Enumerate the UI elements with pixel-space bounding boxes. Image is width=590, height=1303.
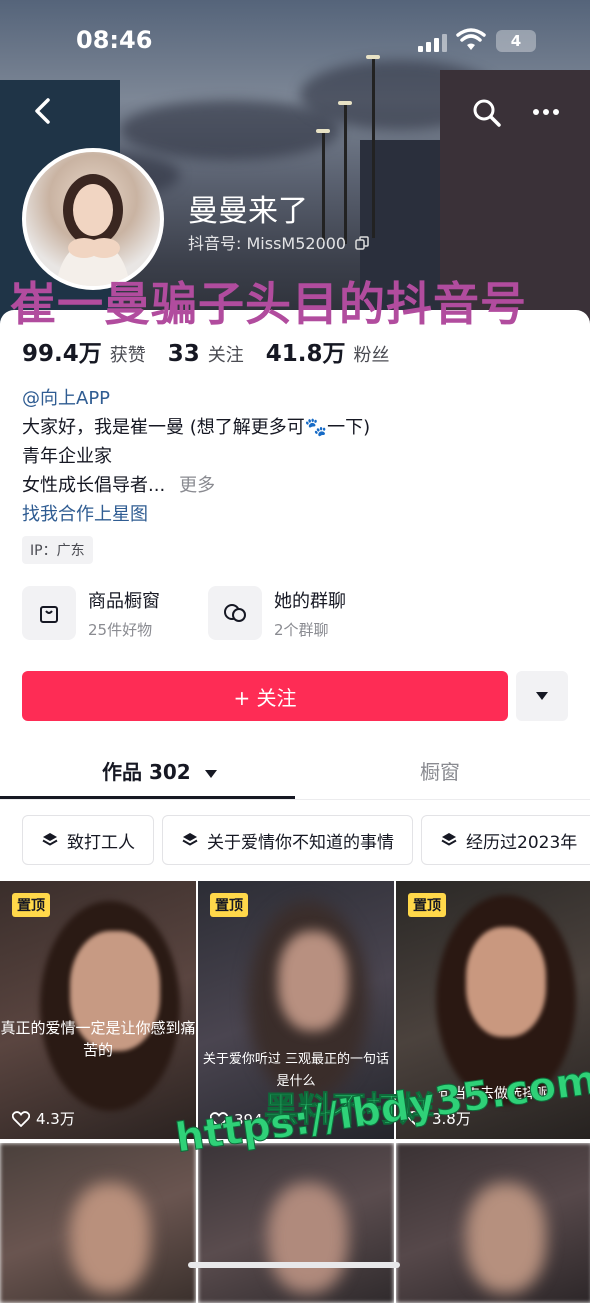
bio-more-link[interactable]: 更多 (179, 475, 215, 496)
shortcut-title: 商品橱窗 (88, 590, 160, 612)
playlist-name: 关于爱情你不知道的事情 (207, 832, 394, 853)
profile-bio: @向上APP 大家好，我是崔一曼 (想了解更多可🐾一下) 青年企业家 女性成长倡… (22, 384, 370, 529)
pinned-badge: 置顶 (12, 893, 50, 917)
playlist-chip[interactable]: 致打工人 (22, 815, 154, 865)
caret-down-icon (204, 770, 217, 778)
bio-mention-link[interactable]: @向上APP (22, 384, 370, 413)
bio-line: 女性成长倡导者... (22, 475, 166, 496)
pinned-badge: 置顶 (210, 893, 248, 917)
playlist-chips: 致打工人 关于爱情你不知道的事情 经历过2023年 (22, 815, 590, 865)
bio-line: 大家好，我是崔一曼 (想了解更多可🐾一下) (22, 417, 371, 438)
tab-works-label: 作品 302 (102, 760, 191, 784)
tab-shop-window[interactable]: 橱窗 (420, 756, 460, 785)
wifi-icon (456, 28, 486, 50)
followers-label[interactable]: 粉丝 (354, 341, 390, 367)
group-chat-shortcut[interactable]: 她的群聊 2个群聊 (208, 586, 346, 640)
shop-window-shortcut[interactable]: 商品橱窗 25件好物 (22, 586, 160, 640)
chat-bubbles-icon (208, 586, 262, 640)
bio-line: 青年企业家 (22, 446, 112, 467)
recommend-dropdown-button[interactable] (516, 671, 568, 721)
shopping-bag-icon (22, 586, 76, 640)
likes-text: 4.3万 (36, 1110, 75, 1128)
overlay-annotation-title: 崔一曼骗子头目的抖音号 (10, 277, 527, 331)
shortcut-subtitle: 25件好物 (88, 620, 153, 639)
shortcut-subtitle: 2个群聊 (274, 620, 329, 639)
signal-icon (418, 34, 447, 52)
layers-icon (42, 833, 58, 846)
status-time: 08:46 (76, 26, 153, 54)
video-thumbnail[interactable] (198, 1143, 394, 1303)
back-arrow-icon[interactable] (28, 94, 58, 128)
ip-location-tag: IP：广东 (22, 536, 93, 564)
cooperation-link[interactable]: 找我合作上星图 (22, 500, 370, 529)
home-indicator[interactable] (188, 1262, 400, 1268)
profile-stats: 99.4万 获赞 33 关注 41.8万 粉丝 (22, 334, 412, 368)
video-thumbnail[interactable] (396, 1143, 590, 1303)
profile-nickname: 曼曼来了 (188, 194, 308, 229)
video-thumbnail[interactable] (0, 1143, 196, 1303)
video-caption: 真正的爱情一定是让你感到痛苦的 (0, 1019, 196, 1059)
douyin-id-text: 抖音号: MissM52000 (188, 234, 347, 253)
shortcut-title: 她的群聊 (274, 590, 346, 612)
likes-label: 获赞 (109, 345, 146, 366)
status-bar: 08:46 4 (0, 22, 590, 62)
search-icon[interactable] (470, 96, 504, 130)
following-label[interactable]: 关注 (208, 341, 244, 367)
playlist-chip[interactable]: 关于爱情你不知道的事情 (162, 815, 413, 865)
video-likes: 4.3万 (12, 1108, 75, 1129)
playlist-name: 经历过2023年 (466, 832, 578, 853)
playlist-name: 致打工人 (67, 832, 135, 853)
video-thumbnail[interactable]: 置顶 真正的爱情一定是让你感到痛苦的 4.3万 (0, 881, 196, 1139)
followers-count[interactable]: 41.8万 (266, 334, 346, 368)
copy-icon[interactable] (355, 236, 369, 250)
likes-count: 99.4万 (22, 341, 102, 367)
tab-divider (0, 799, 590, 800)
follow-button[interactable]: + 关注 (22, 671, 508, 721)
following-count[interactable]: 33 (168, 341, 200, 367)
more-options-icon[interactable] (530, 100, 562, 124)
heart-icon (12, 1110, 30, 1127)
layers-icon (441, 833, 457, 846)
pinned-badge: 置顶 (408, 893, 446, 917)
douyin-id[interactable]: 抖音号: MissM52000 (188, 230, 369, 254)
tab-works[interactable]: 作品 302 (102, 756, 218, 785)
triangle-down-icon (536, 692, 548, 700)
battery-icon: 4 (496, 30, 536, 52)
playlist-chip[interactable]: 经历过2023年 (421, 815, 590, 865)
layers-icon (182, 833, 198, 846)
